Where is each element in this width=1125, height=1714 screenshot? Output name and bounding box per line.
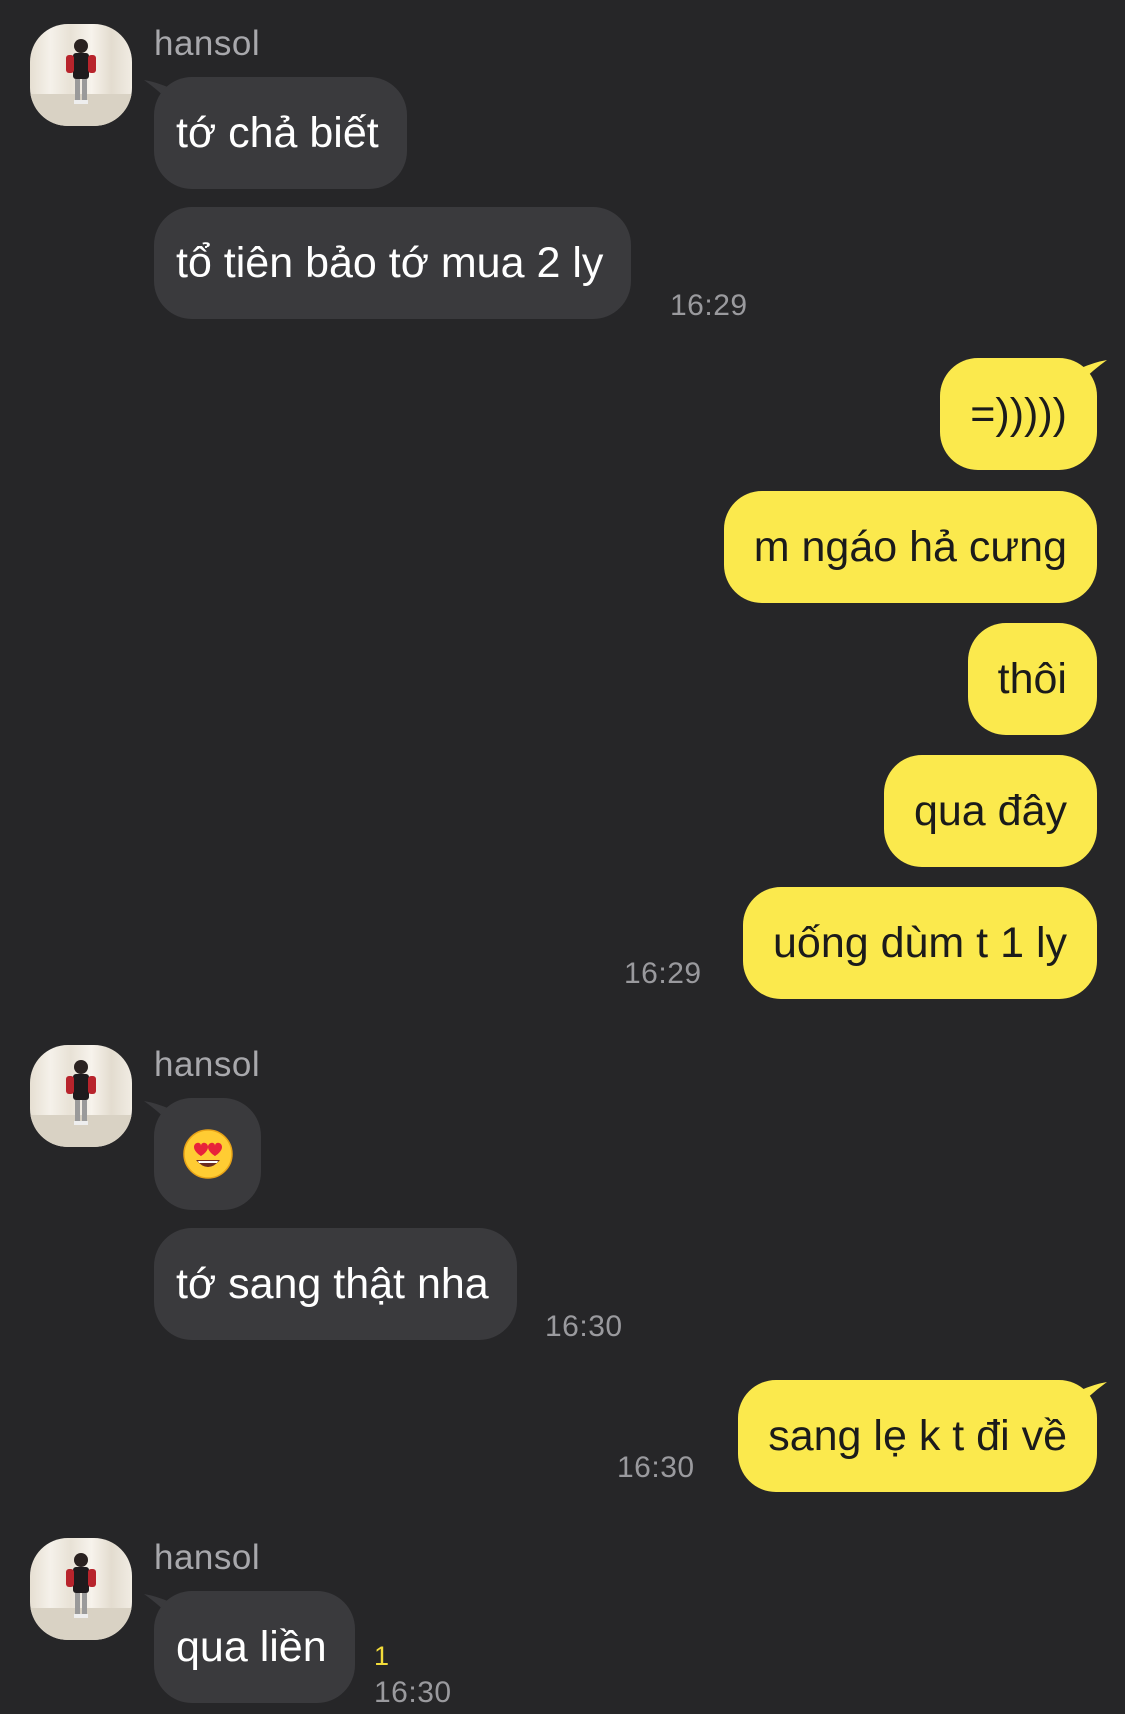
unread-count-badge: 1 (374, 1641, 390, 1671)
incoming-message[interactable]: tớ chả biết (154, 77, 407, 189)
profile-photo-icon (30, 1553, 132, 1640)
outgoing-message[interactable]: qua đây (883, 755, 1097, 867)
outgoing-message[interactable]: =))))) (940, 358, 1097, 470)
message-time: 16:30 (545, 1310, 623, 1343)
message-time: 16:30 (617, 1451, 695, 1484)
sender-name: hansol (154, 24, 261, 63)
heart-eyes-emoji-icon (182, 1128, 233, 1179)
avatar[interactable] (30, 1045, 132, 1147)
avatar[interactable] (30, 24, 132, 126)
message-time: 16:29 (624, 957, 702, 990)
outgoing-message[interactable]: thôi (967, 623, 1097, 735)
sender-name: hansol (154, 1045, 261, 1084)
incoming-message[interactable]: tổ tiên bảo tớ mua 2 ly (154, 207, 632, 319)
message-time: 16:29 (670, 289, 748, 322)
outgoing-message[interactable]: m ngáo hả cưng (723, 491, 1097, 603)
avatar[interactable] (30, 1538, 132, 1640)
outgoing-message[interactable]: uống dùm t 1 ly (742, 887, 1097, 999)
sender-name: hansol (154, 1538, 261, 1577)
incoming-message[interactable]: qua liền (154, 1591, 355, 1703)
incoming-emoji-message[interactable] (154, 1098, 261, 1210)
message-time: 16:30 (374, 1676, 452, 1709)
profile-photo-icon (30, 39, 132, 126)
outgoing-message[interactable]: sang lẹ k t đi về (738, 1380, 1097, 1492)
incoming-message[interactable]: tớ sang thật nha (154, 1228, 517, 1340)
chat-thread[interactable]: hansol tớ chả biết tổ tiên bảo tớ mua 2 … (0, 0, 1125, 1714)
profile-photo-icon (30, 1060, 132, 1147)
